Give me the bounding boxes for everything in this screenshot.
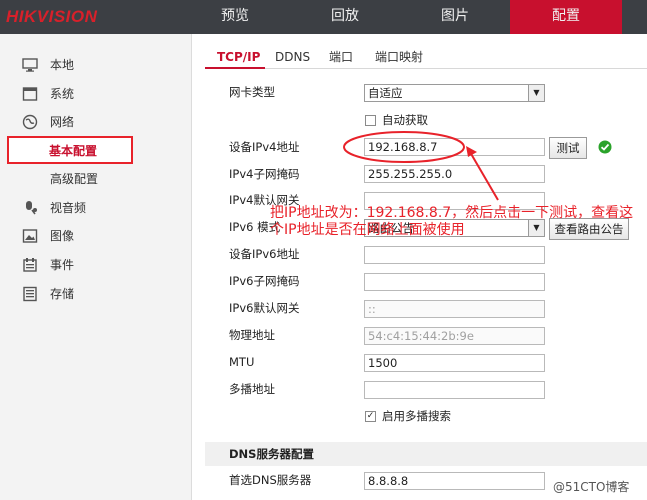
watermark: @51CTO博客 xyxy=(553,480,630,494)
annotation-text: 把IP地址改为：192.168.8.7，然后点击一下测试，查看这个IP地址是否在… xyxy=(270,205,634,238)
annotation-arrow xyxy=(469,151,499,201)
annotation-overlay xyxy=(343,131,499,201)
ip-highlight-ellipse xyxy=(343,131,465,163)
